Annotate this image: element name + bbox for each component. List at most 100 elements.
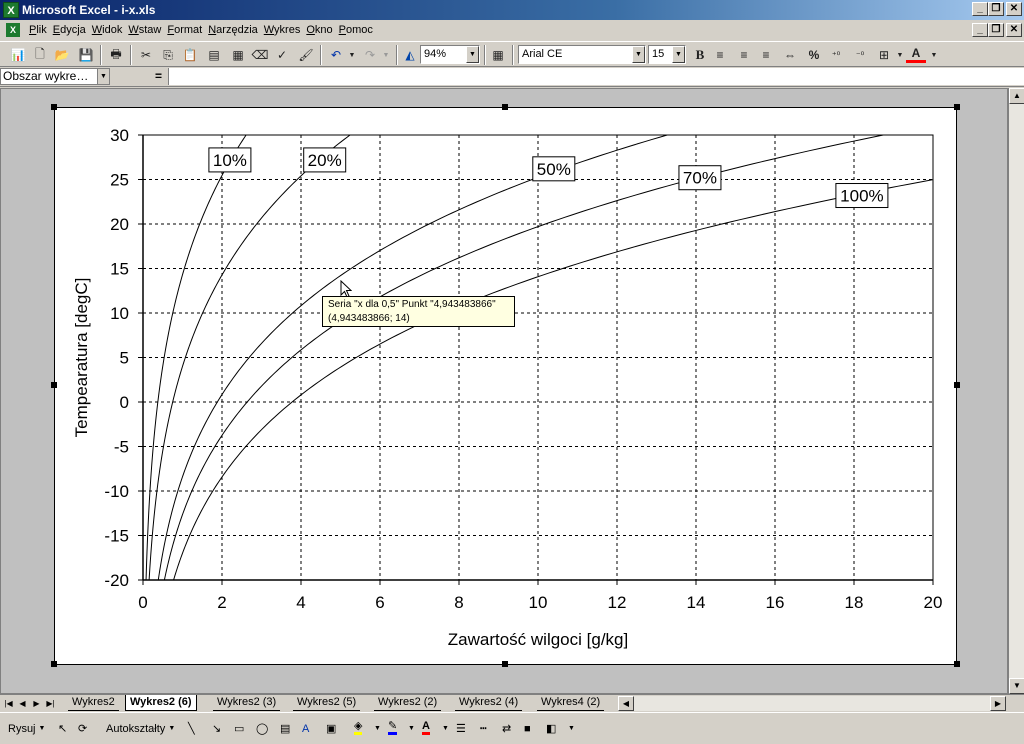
new-document-icon[interactable]: 🗋 bbox=[30, 45, 50, 65]
dash-style-icon[interactable]: ┅ bbox=[480, 719, 487, 739]
scroll-right-icon[interactable]: ▶ bbox=[990, 696, 1006, 711]
sheet-tab[interactable]: Wykres4 (2) bbox=[537, 695, 605, 711]
select-objects-icon[interactable]: ↖ bbox=[58, 719, 67, 739]
restore-window-button[interactable]: ❐ bbox=[988, 2, 1004, 16]
selection-handle[interactable] bbox=[51, 661, 57, 667]
autoshapes-menu-button[interactable]: Autokształty ▼ bbox=[106, 719, 175, 739]
bold-button[interactable]: B bbox=[690, 45, 710, 65]
line-style-icon[interactable]: ☰ bbox=[456, 719, 466, 739]
brush-icon[interactable]: 🖌 bbox=[296, 45, 316, 65]
arrow-tool-icon[interactable]: ↘ bbox=[212, 719, 221, 739]
chart-area[interactable]: 0 2 4 6 8 10 12 14 16 18 20 -20 -15 -10 -5 0 5 10 15 20 25 30… bbox=[54, 107, 957, 665]
clipart-icon[interactable]: ▣ bbox=[326, 719, 336, 739]
format-painter-icon[interactable]: ▦ bbox=[228, 45, 248, 65]
line-tool-icon[interactable]: ╲ bbox=[188, 719, 195, 739]
sheet-tab[interactable]: Wykres2 (6) bbox=[125, 695, 197, 711]
menu-item[interactable]: Wstaw bbox=[127, 24, 166, 36]
chevron-down-icon[interactable]: ▼ bbox=[408, 719, 415, 739]
arrow-style-icon[interactable]: ⇄ bbox=[502, 719, 511, 739]
wordart-icon[interactable]: A bbox=[302, 719, 309, 739]
selection-handle[interactable] bbox=[502, 661, 508, 667]
text-box-icon[interactable]: ▤ bbox=[280, 719, 290, 739]
align-right-icon[interactable]: ≡ bbox=[756, 45, 776, 65]
chevron-down-icon[interactable]: ▼ bbox=[466, 46, 479, 63]
font-color-icon[interactable]: A bbox=[422, 719, 430, 735]
chevron-down-icon[interactable]: ▼ bbox=[442, 719, 449, 739]
font-name-select[interactable]: Arial CE ▼ bbox=[518, 45, 646, 64]
close-window-button[interactable]: ✕ bbox=[1006, 2, 1022, 16]
selection-handle[interactable] bbox=[51, 382, 57, 388]
selection-handle[interactable] bbox=[51, 104, 57, 110]
font-color-dropdown-icon[interactable]: ▼ bbox=[924, 45, 944, 65]
zoom-select[interactable]: 94% ▼ bbox=[420, 45, 480, 64]
oval-tool-icon[interactable]: ◯ bbox=[256, 719, 268, 739]
chart-wizard-icon[interactable]: 📊 bbox=[8, 45, 28, 65]
chevron-down-icon[interactable]: ▼ bbox=[568, 719, 575, 739]
vertical-scrollbar[interactable]: ▲ ▼ bbox=[1008, 88, 1024, 694]
menu-item[interactable]: Format bbox=[166, 24, 207, 36]
chevron-down-icon[interactable]: ▼ bbox=[672, 46, 685, 63]
undo-dropdown-icon[interactable]: ▼ bbox=[342, 45, 362, 65]
redo-dropdown-icon[interactable]: ▼ bbox=[376, 45, 396, 65]
copy-icon[interactable]: ⎘ bbox=[158, 45, 178, 65]
selection-handle[interactable] bbox=[502, 104, 508, 110]
chevron-down-icon[interactable]: ▼ bbox=[374, 719, 381, 739]
eraser-icon[interactable]: ⌫ bbox=[250, 45, 270, 65]
menu-item[interactable]: Edycja bbox=[52, 24, 91, 36]
chevron-down-icon[interactable]: ▼ bbox=[97, 69, 109, 84]
open-folder-icon[interactable]: 📂 bbox=[52, 45, 72, 65]
line-color-icon[interactable]: ✎ bbox=[388, 719, 398, 735]
psychrometric-chart[interactable]: 0 2 4 6 8 10 12 14 16 18 20 -20 -15 -10 -5 0 5 10 15 20 25 30… bbox=[55, 108, 958, 666]
menu-item[interactable]: Okno bbox=[305, 24, 337, 36]
name-box[interactable]: Obszar wykre… ▼ bbox=[0, 68, 110, 85]
close-workbook-button[interactable]: ✕ bbox=[1006, 23, 1022, 37]
print-icon[interactable]: 🖶 bbox=[106, 45, 126, 65]
restore-workbook-button[interactable]: ❐ bbox=[988, 23, 1004, 37]
sheet-tab[interactable]: Wykres2 (5) bbox=[293, 695, 361, 711]
scroll-left-icon[interactable]: ◀ bbox=[618, 696, 634, 711]
last-sheet-icon[interactable]: ▶| bbox=[45, 697, 56, 710]
draw-menu-button[interactable]: Rysuj ▼ bbox=[8, 719, 45, 739]
prev-sheet-icon[interactable]: ◀ bbox=[17, 697, 28, 710]
align-center-icon[interactable]: ≡ bbox=[734, 45, 754, 65]
sheet-tab[interactable]: Wykres2 bbox=[68, 695, 119, 711]
paste-icon[interactable]: 📋 bbox=[180, 45, 200, 65]
formula-input[interactable] bbox=[168, 68, 1024, 85]
scroll-up-icon[interactable]: ▲ bbox=[1009, 88, 1024, 104]
first-sheet-icon[interactable]: |◀ bbox=[3, 697, 14, 710]
selection-handle[interactable] bbox=[954, 661, 960, 667]
horizontal-scrollbar[interactable]: ◀ ▶ bbox=[618, 696, 1006, 711]
menu-item[interactable]: Pomoc bbox=[338, 24, 378, 36]
sheet-tab[interactable]: Wykres2 (3) bbox=[213, 695, 281, 711]
next-sheet-icon[interactable]: ▶ bbox=[31, 697, 42, 710]
scroll-down-icon[interactable]: ▼ bbox=[1009, 678, 1024, 694]
font-size-select[interactable]: 15 ▼ bbox=[648, 45, 686, 64]
calculator-icon[interactable]: ▦ bbox=[488, 45, 508, 65]
shadow-icon[interactable]: ■ bbox=[524, 719, 531, 739]
menu-item[interactable]: Plik bbox=[28, 24, 52, 36]
menu-item[interactable]: Widok bbox=[91, 24, 128, 36]
percent-style-button[interactable]: % bbox=[804, 45, 824, 65]
fill-color-icon[interactable]: ◈ bbox=[354, 719, 363, 735]
3d-icon[interactable]: ◧ bbox=[546, 719, 556, 739]
spelling-icon[interactable]: ✓ bbox=[272, 45, 292, 65]
font-color-icon[interactable]: A bbox=[906, 45, 926, 63]
minimize-workbook-button[interactable]: _ bbox=[972, 23, 988, 37]
chart-wizard-icon[interactable]: ◭ bbox=[400, 45, 420, 65]
free-rotate-icon[interactable]: ⟳ bbox=[78, 719, 87, 739]
sheet-tab[interactable]: Wykres2 (4) bbox=[455, 695, 523, 711]
chevron-down-icon[interactable]: ▼ bbox=[632, 46, 645, 63]
sheet-tab[interactable]: Wykres2 (2) bbox=[374, 695, 442, 711]
menu-item[interactable]: Narzędzia bbox=[207, 24, 263, 36]
menu-item[interactable]: Wykres bbox=[263, 24, 306, 36]
excel-app-icon[interactable]: X bbox=[3, 2, 19, 18]
merge-center-icon[interactable]: ⇔ bbox=[780, 45, 800, 65]
minimize-window-button[interactable]: _ bbox=[972, 2, 988, 16]
increase-decimal-icon[interactable]: ⁺⁰ bbox=[826, 45, 846, 65]
workbook-icon[interactable]: X bbox=[6, 23, 20, 37]
selection-handle[interactable] bbox=[954, 382, 960, 388]
paste-special-icon[interactable]: ▤ bbox=[204, 45, 224, 65]
save-icon[interactable]: 💾 bbox=[76, 45, 96, 65]
decrease-decimal-icon[interactable]: ⁻⁰ bbox=[850, 45, 870, 65]
cut-icon[interactable]: ✂ bbox=[136, 45, 156, 65]
